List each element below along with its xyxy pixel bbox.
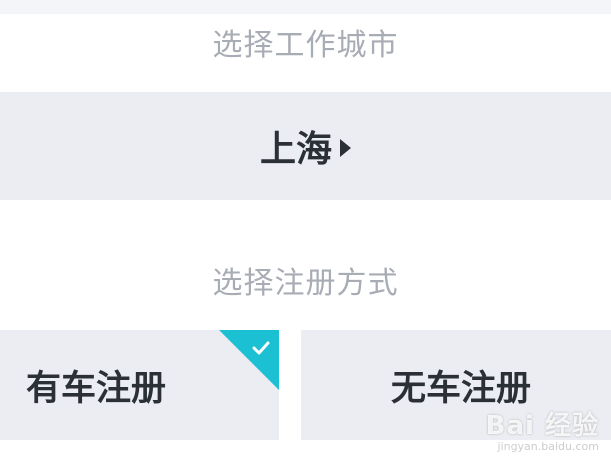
selected-corner-badge (219, 330, 279, 390)
city-section-label: 选择工作城市 (212, 28, 399, 63)
option-label: 无车注册 (390, 368, 531, 409)
watermark-url: jingyan.baidu.com (497, 440, 599, 453)
option-with-car[interactable]: 有车注册 (0, 330, 279, 440)
watermark-brand: Bai 经验 (485, 411, 599, 441)
city-selector-button[interactable]: 上海 (0, 92, 611, 200)
baidu-jingyan-watermark: Bai 经验 jingyan.baidu.com (486, 405, 599, 453)
registration-section-label: 选择注册方式 (212, 266, 399, 301)
caret-right-icon (340, 139, 351, 157)
check-icon (252, 341, 270, 355)
selected-city: 上海 (259, 129, 332, 170)
option-label: 有车注册 (26, 368, 167, 409)
top-divider-strip (0, 0, 611, 14)
